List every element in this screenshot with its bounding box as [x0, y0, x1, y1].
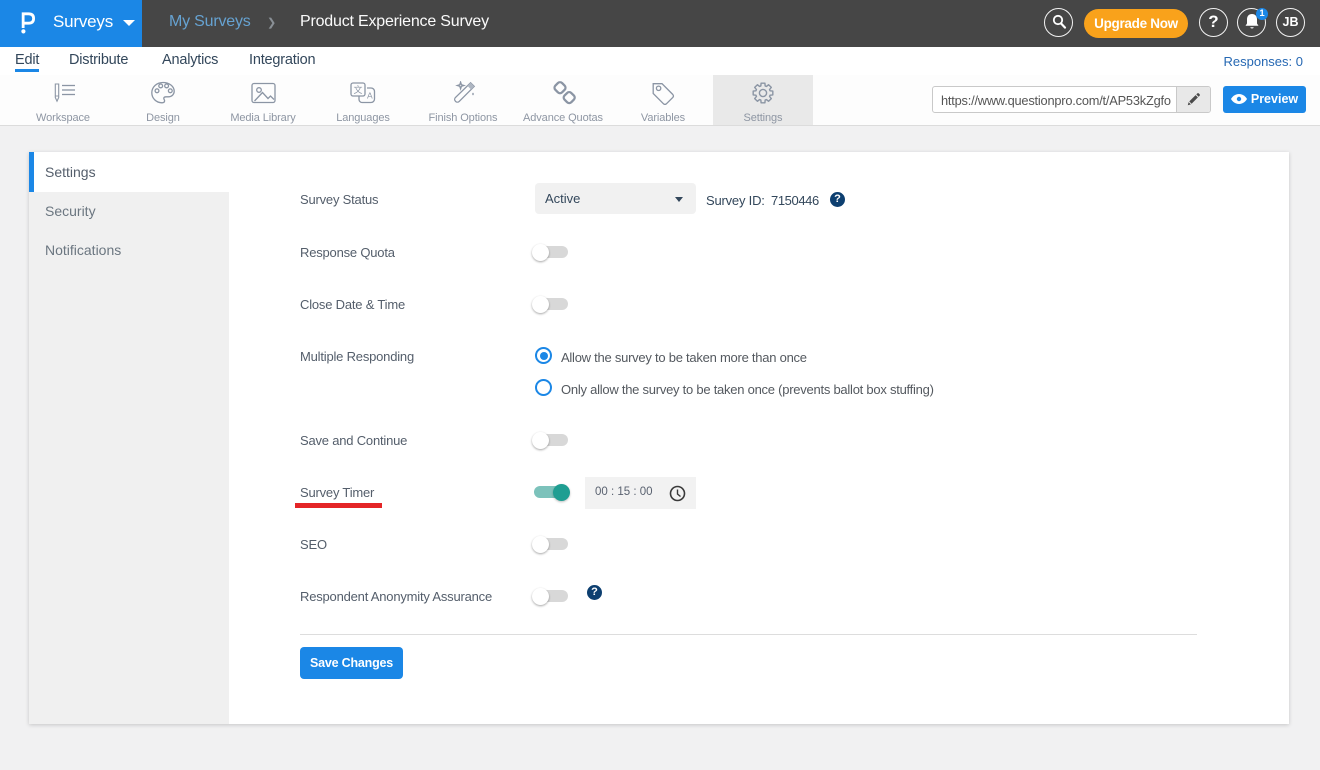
svg-text:文: 文 [353, 84, 362, 95]
svg-text:A: A [367, 91, 373, 101]
